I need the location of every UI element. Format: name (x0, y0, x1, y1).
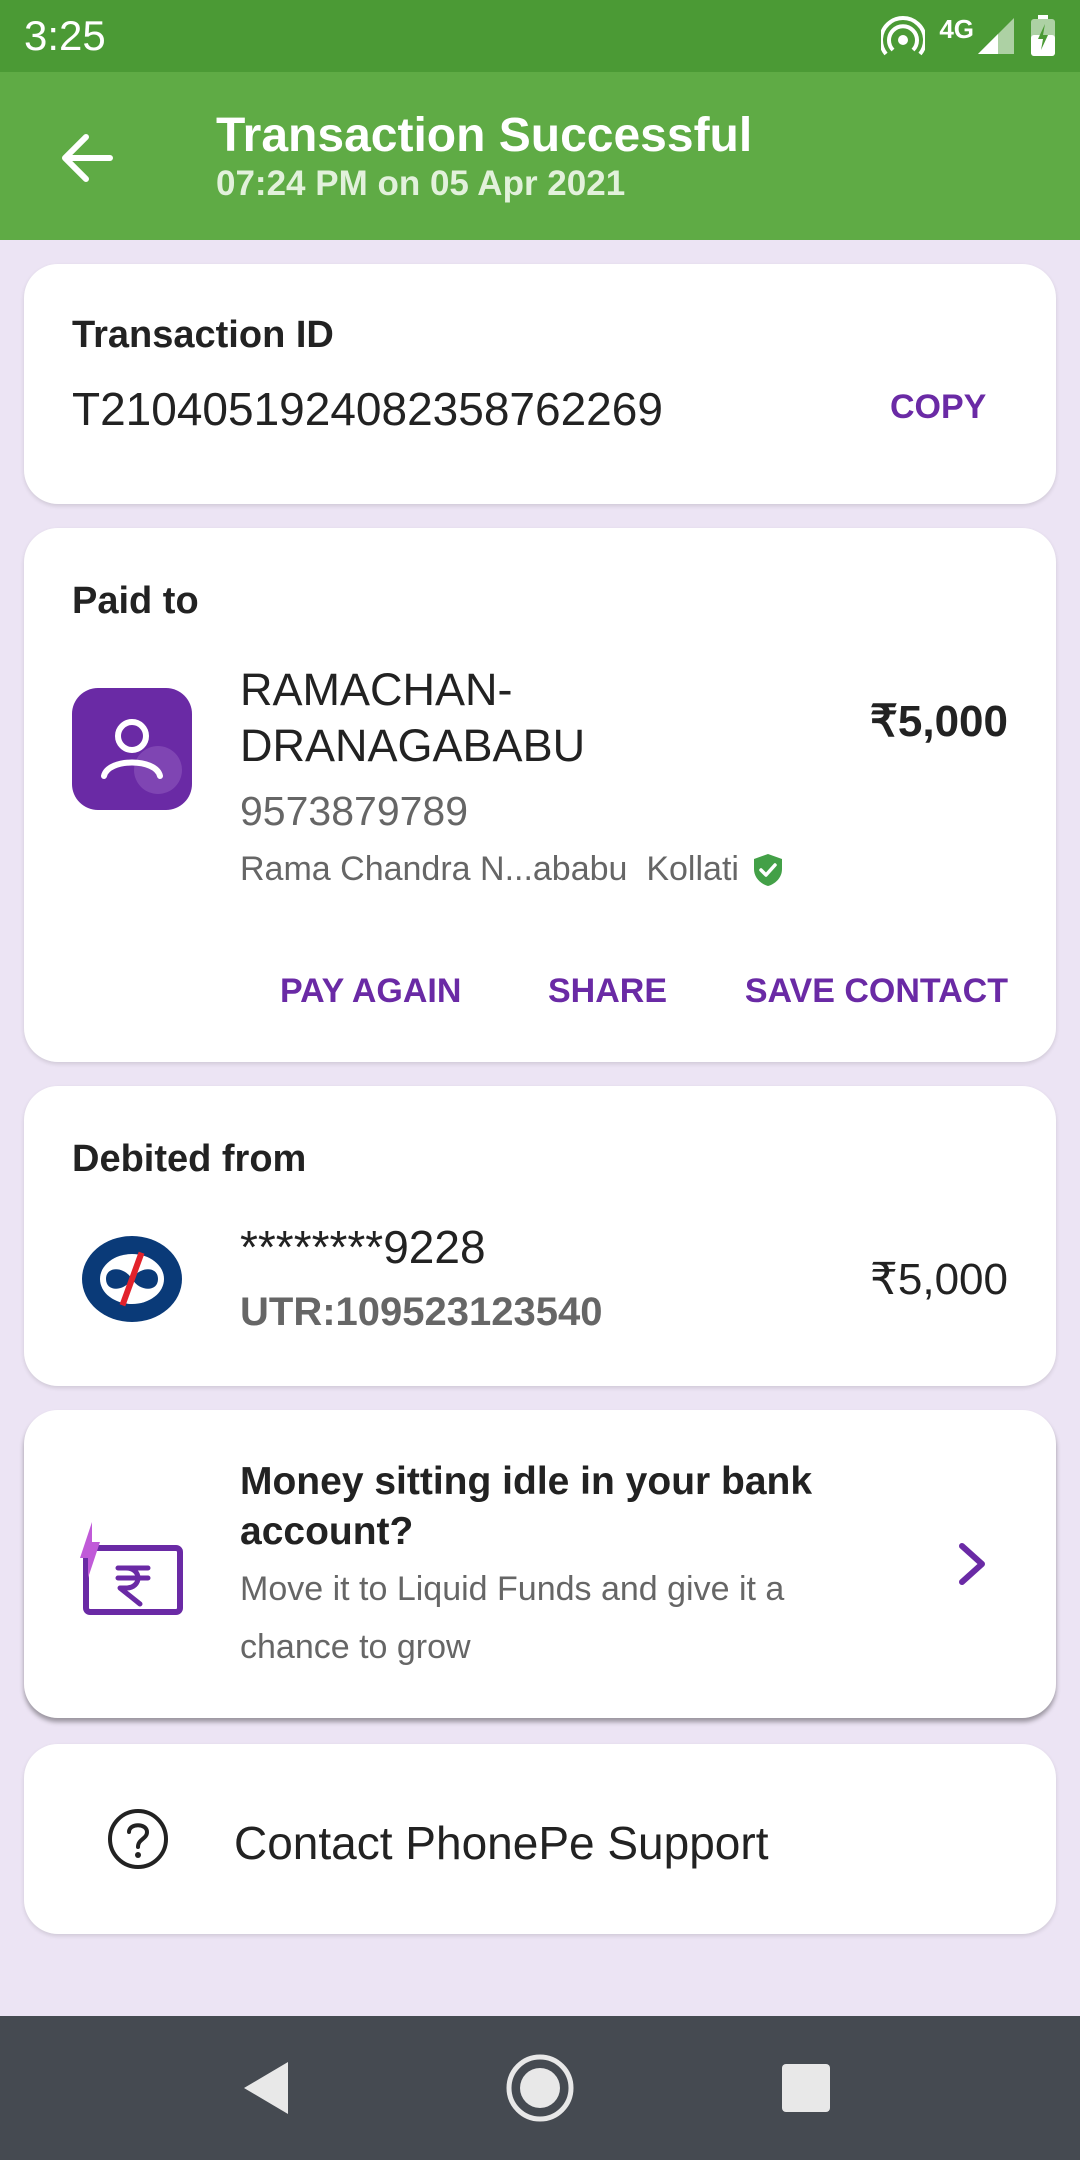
promo-title-line2: account? (240, 1510, 414, 1553)
help-circle-icon (108, 1809, 168, 1869)
promo-title-line1: Money sitting idle in your bank (240, 1460, 813, 1503)
paid-to-label: Paid to (72, 580, 199, 622)
registered-name-text: Rama Chandra N...ababu Kollati (240, 850, 739, 888)
save-contact-button[interactable]: SAVE CONTACT (745, 972, 1008, 1011)
hotspot-icon (881, 16, 926, 56)
copy-button[interactable]: COPY (890, 388, 986, 427)
transaction-datetime: 07:24 PM on 05 Apr 2021 (216, 164, 626, 203)
payee-registered-name: Rama Chandra N...ababu Kollati (240, 850, 785, 889)
contact-support-card[interactable]: Contact PhonePe Support (24, 1744, 1056, 1934)
app-bar: Transaction Successful 07:24 PM on 05 Ap… (0, 72, 1080, 240)
utr-number: UTR:109523123540 (240, 1290, 603, 1334)
back-arrow-icon[interactable] (52, 124, 120, 192)
battery-icon (1031, 15, 1055, 56)
share-button[interactable]: SHARE (548, 972, 667, 1011)
chevron-right-icon[interactable] (954, 1538, 990, 1590)
debited-from-card: Debited from ********9228 UTR:1095231235… (24, 1086, 1056, 1386)
status-icons: 4G (881, 14, 1056, 58)
verified-shield-icon (753, 853, 782, 886)
nav-recents-icon[interactable] (780, 2062, 832, 2114)
system-nav-bar (0, 2016, 1080, 2160)
nav-home-icon[interactable] (504, 2052, 576, 2124)
page-title: Transaction Successful (216, 109, 753, 162)
liquid-funds-promo-card[interactable]: Money sitting idle in your bank account?… (24, 1410, 1056, 1718)
paid-amount: ₹5,000 (869, 697, 1008, 746)
avatar (72, 688, 192, 810)
contact-support-label: Contact PhonePe Support (234, 1817, 769, 1869)
status-time: 3:25 (24, 12, 106, 59)
promo-description-line2: chance to grow (240, 1628, 471, 1666)
transaction-id-label: Transaction ID (72, 314, 334, 356)
paid-to-card: Paid to RAMACHAN- DRANAGABABU 9573879789… (24, 528, 1056, 1062)
transaction-id-value: T2104051924082358762269 (72, 383, 663, 435)
status-bar: 3:25 4G (0, 0, 1080, 72)
payee-name-line1: RAMACHAN- (240, 664, 513, 715)
signal-icon (978, 18, 1014, 54)
payee-phone: 9573879789 (240, 788, 469, 834)
debited-amount: ₹5,000 (869, 1255, 1008, 1304)
bank-logo-icon (82, 1236, 182, 1322)
promo-description-line1: Move it to Liquid Funds and give it a (240, 1570, 785, 1608)
debited-from-label: Debited from (72, 1138, 307, 1180)
pay-again-button[interactable]: PAY AGAIN (280, 972, 461, 1011)
user-icon (101, 719, 182, 794)
transaction-id-card: Transaction ID T2104051924082358762269 C… (24, 264, 1056, 504)
account-number: ********9228 (240, 1221, 486, 1273)
network-type: 4G (939, 13, 974, 44)
payee-name-line2: DRANAGABABU (240, 720, 586, 771)
rupee-fund-icon (80, 1522, 183, 1615)
nav-back-icon[interactable] (240, 2058, 296, 2118)
